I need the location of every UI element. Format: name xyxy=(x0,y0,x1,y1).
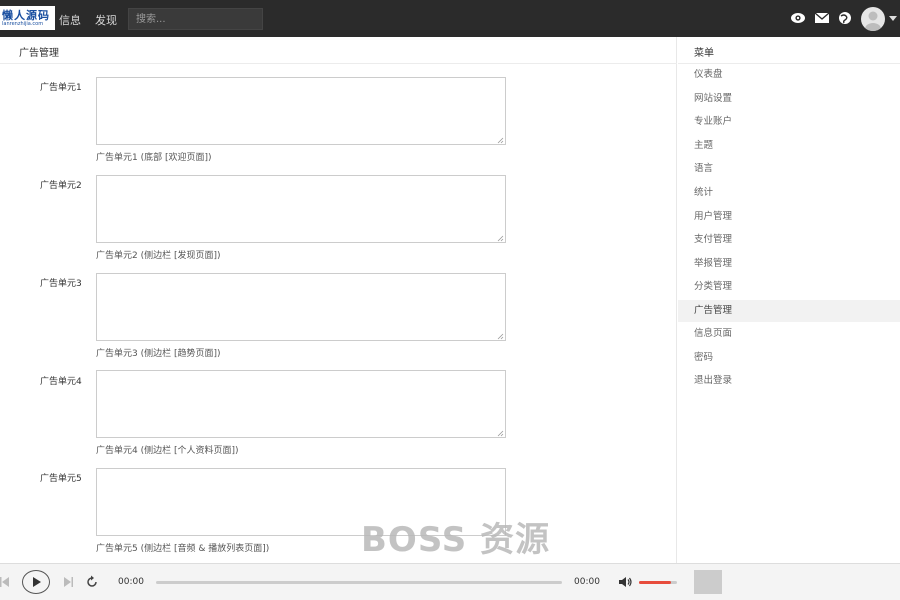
ad-unit-3-field[interactable] xyxy=(96,273,506,341)
admin-menu-sidebar: 菜单 仪表盘 网站设置 专业账户 主题 语言 统计 用户管理 支付管理 举报管理… xyxy=(678,37,900,563)
ad-unit-2-label: 广告单元2 xyxy=(40,181,82,191)
duration: 00:00 xyxy=(574,577,600,587)
user-silhouette-icon xyxy=(865,11,881,31)
seek-bar[interactable] xyxy=(156,581,562,584)
search-input[interactable] xyxy=(128,8,263,30)
globe-icon[interactable] xyxy=(837,11,853,25)
ad-unit-5-label: 广告单元5 xyxy=(40,474,82,484)
resize-grip-icon[interactable] xyxy=(497,430,504,437)
previous-icon[interactable] xyxy=(0,576,10,588)
sidebar-item-site-settings[interactable]: 网站设置 xyxy=(678,88,900,110)
watermark: BOSS 资源 xyxy=(361,520,551,560)
play-icon xyxy=(33,577,41,587)
volume-slider[interactable] xyxy=(639,581,677,584)
avatar[interactable] xyxy=(861,7,885,31)
resize-grip-icon[interactable] xyxy=(497,333,504,340)
sidebar-item-ads[interactable]: 广告管理 xyxy=(678,300,900,322)
ad-unit-3-label: 广告单元3 xyxy=(40,279,82,289)
ad-unit-4-field[interactable] xyxy=(96,370,506,438)
repeat-icon[interactable] xyxy=(85,575,99,589)
sidebar-item-statistics[interactable]: 统计 xyxy=(678,182,900,204)
sidebar-item-logout[interactable]: 退出登录 xyxy=(678,370,900,392)
ad-unit-4-label: 广告单元4 xyxy=(40,377,82,387)
audio-player-bar: 00:00 00:00 xyxy=(0,563,900,600)
top-navbar: 懒人源码 lanrenzhijia.com 信息 发现 xyxy=(0,0,900,37)
mail-icon[interactable] xyxy=(814,11,830,25)
resize-grip-icon[interactable] xyxy=(497,137,504,144)
nav-discover-link[interactable]: 发现 xyxy=(95,12,117,28)
play-button[interactable] xyxy=(22,570,50,594)
resize-grip-icon[interactable] xyxy=(497,235,504,242)
current-time: 00:00 xyxy=(118,577,144,587)
logo-url: lanrenzhijia.com xyxy=(2,21,44,27)
sidebar-item-info-pages[interactable]: 信息页面 xyxy=(678,323,900,345)
ad-unit-1-label: 广告单元1 xyxy=(40,83,82,93)
site-logo[interactable]: 懒人源码 lanrenzhijia.com xyxy=(0,6,55,30)
nav-messages-link[interactable]: 信息 xyxy=(59,12,81,28)
volume-slider-fill xyxy=(639,581,672,584)
ad-unit-1-field[interactable] xyxy=(96,77,506,145)
ad-unit-3-help: 广告单元3 (侧边栏 [趋势页面]) xyxy=(96,349,221,359)
ad-unit-1-help: 广告单元1 (底部 [欢迎页面]) xyxy=(96,153,212,163)
track-cover-thumbnail[interactable] xyxy=(694,570,722,594)
chevron-down-icon[interactable] xyxy=(889,16,897,21)
sidebar-item-password[interactable]: 密码 xyxy=(678,347,900,369)
sidebar-item-categories[interactable]: 分类管理 xyxy=(678,276,900,298)
sidebar-item-dashboard[interactable]: 仪表盘 xyxy=(678,64,900,86)
sidebar-item-payments[interactable]: 支付管理 xyxy=(678,229,900,251)
sidebar-item-reports[interactable]: 举报管理 xyxy=(678,253,900,275)
divider xyxy=(0,63,677,64)
eye-icon[interactable] xyxy=(790,11,806,25)
ad-unit-5-help: 广告单元5 (侧边栏 [音频 & 播放列表页面]) xyxy=(96,544,270,554)
ad-unit-4-help: 广告单元4 (侧边栏 [个人资料页面]) xyxy=(96,446,239,456)
ad-unit-2-field[interactable] xyxy=(96,175,506,243)
volume-icon[interactable] xyxy=(619,576,633,588)
menu-title: 菜单 xyxy=(694,48,714,59)
sidebar-item-users[interactable]: 用户管理 xyxy=(678,206,900,228)
sidebar-item-pro-accounts[interactable]: 专业账户 xyxy=(678,111,900,133)
ads-management-panel: 广告管理 广告单元1 广告单元1 (底部 [欢迎页面]) 广告单元2 广告单元2… xyxy=(0,37,677,563)
ad-unit-2-help: 广告单元2 (侧边栏 [发现页面]) xyxy=(96,251,221,261)
next-icon[interactable] xyxy=(63,576,73,588)
sidebar-item-languages[interactable]: 语言 xyxy=(678,158,900,180)
sidebar-item-themes[interactable]: 主题 xyxy=(678,135,900,157)
page-title: 广告管理 xyxy=(19,48,59,59)
